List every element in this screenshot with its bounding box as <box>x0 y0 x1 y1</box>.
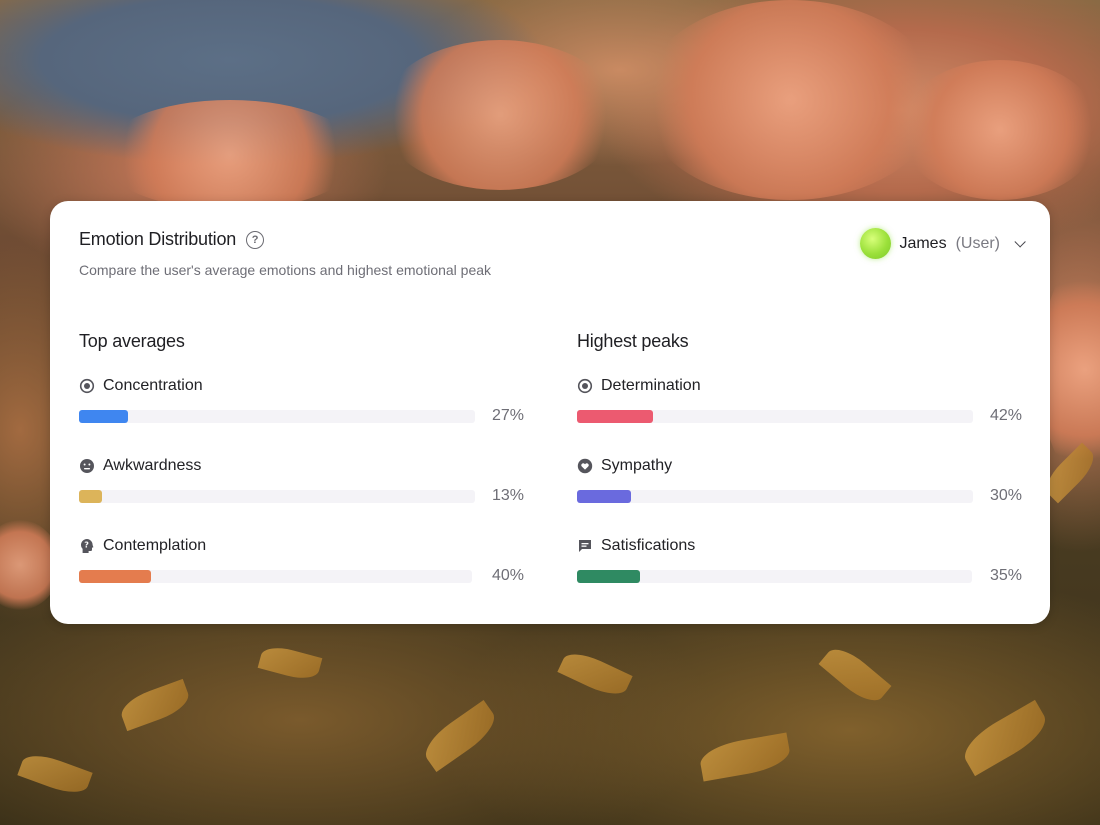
progress-fill <box>577 570 640 583</box>
card-header: Emotion Distribution ? <box>79 229 265 250</box>
user-name: James <box>899 234 947 252</box>
user-selector-dropdown[interactable]: James (User) <box>860 228 1026 259</box>
metric-awkwardness: Awkwardness 13% <box>79 456 524 516</box>
progress-fill <box>79 490 103 503</box>
progress-track <box>577 410 973 423</box>
metric-percent: 40% <box>491 567 524 584</box>
metric-contemplation: ? Contemplation 40% <box>79 536 524 596</box>
progress-track <box>577 490 973 503</box>
card-subtitle: Compare the user's average emotions and … <box>79 262 492 278</box>
message-icon <box>577 538 593 554</box>
metric-percent: 42% <box>989 407 1022 424</box>
progress-fill <box>79 570 151 583</box>
metric-label: Contemplation <box>103 537 207 554</box>
progress-track <box>79 490 475 503</box>
chevron-down-icon <box>1014 235 1026 248</box>
metric-label: Concentration <box>103 377 203 394</box>
progress-fill <box>79 410 128 423</box>
question-head-icon: ? <box>79 538 95 554</box>
card-title: Emotion Distribution <box>79 229 237 249</box>
avatar <box>860 228 892 259</box>
metric-percent: 35% <box>989 567 1022 584</box>
metric-percent: 27% <box>491 407 524 424</box>
target-icon <box>577 378 593 394</box>
svg-text:?: ? <box>84 541 89 550</box>
metric-determination: Determination 42% <box>577 376 1022 436</box>
progress-fill <box>577 410 653 423</box>
progress-track <box>79 410 475 423</box>
metric-label: Awkwardness <box>103 457 202 474</box>
heart-icon <box>577 458 593 474</box>
metric-label: Satisfications <box>601 537 696 554</box>
section-title: Highest peaks <box>577 331 689 351</box>
emotion-distribution-card: Emotion Distribution ? Compare the user'… <box>50 201 1050 624</box>
face-icon <box>79 458 95 474</box>
top-averages-section: Top averages Concentration 27% Awkwardne… <box>79 331 524 584</box>
progress-fill <box>577 490 632 503</box>
metric-percent: 13% <box>491 487 524 504</box>
progress-track <box>79 570 472 583</box>
user-role: (User) <box>955 234 1000 252</box>
metric-label: Sympathy <box>601 457 673 474</box>
target-icon <box>79 378 95 394</box>
progress-track <box>577 570 972 583</box>
metric-satisfications: Satisfications 35% <box>577 536 1022 596</box>
metric-concentration: Concentration 27% <box>79 376 524 436</box>
help-icon[interactable]: ? <box>246 230 265 249</box>
metric-label: Determination <box>601 377 701 394</box>
section-title: Top averages <box>79 331 185 351</box>
metric-sympathy: Sympathy 30% <box>577 456 1022 516</box>
highest-peaks-section: Highest peaks Determination 42% Sympathy <box>577 331 1022 584</box>
metric-percent: 30% <box>989 487 1022 504</box>
